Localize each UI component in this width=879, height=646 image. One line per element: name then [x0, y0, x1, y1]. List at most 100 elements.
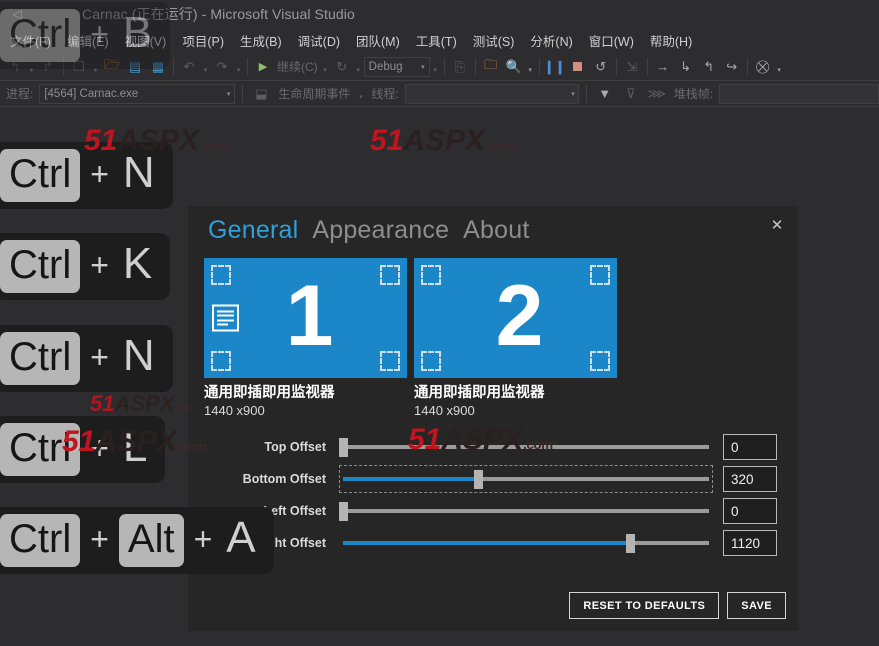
step-out-alt-icon[interactable]: ↪ [721, 56, 743, 78]
filter-icon[interactable]: ▼ [594, 83, 616, 105]
menu-item-test[interactable]: 测试(S) [465, 28, 523, 54]
top-offset-slider[interactable] [339, 434, 712, 460]
pause-icon[interactable]: ❙❙ [544, 56, 566, 78]
corner-marker-top-left[interactable] [421, 265, 441, 285]
continue-caret-icon[interactable]: ▾ [321, 56, 330, 78]
save-all-icon[interactable]: ▦ [147, 56, 169, 78]
new-project-icon[interactable]: ❒ [68, 56, 90, 78]
top-offset-value[interactable]: 0 [723, 434, 777, 460]
right-offset-value[interactable]: 1120 [723, 530, 777, 556]
open-folder-icon[interactable]: 🗁 [101, 56, 123, 78]
redo-icon[interactable]: ↷ [211, 56, 233, 78]
redo-caret-icon[interactable]: ▾ [234, 56, 243, 78]
close-icon[interactable]: ✕ [768, 216, 786, 234]
right-offset-label: Right Offset [254, 536, 326, 550]
lifecycle-caret-icon[interactable]: ▾ [356, 83, 365, 105]
slider-thumb[interactable] [339, 501, 348, 521]
corner-marker-bottom-right[interactable] [380, 351, 400, 371]
left-offset-slider[interactable] [339, 498, 712, 524]
filter-clear-icon[interactable]: ⊽ [620, 83, 642, 105]
menu-item-debug[interactable]: 调试(D) [290, 28, 348, 54]
continue-play-icon[interactable]: ▶ [252, 56, 274, 78]
stackframe-select[interactable] [719, 83, 879, 104]
navigate-backward-icon[interactable]: ↰ [4, 56, 26, 78]
lifecycle-events-label[interactable]: 生命周期事件 [276, 85, 352, 102]
attach-to-process-icon[interactable]: ⎘ [449, 56, 471, 78]
menu-item-edit[interactable]: 编辑(E) [59, 28, 117, 54]
restart-caret-icon[interactable]: ▾ [354, 56, 363, 78]
menu-item-build[interactable]: 生成(B) [232, 28, 290, 54]
dialog-action-buttons: RESET TO DEFAULTS SAVE [569, 592, 786, 619]
corner-marker-top-right[interactable] [590, 265, 610, 285]
undo-icon[interactable]: ↶ [178, 56, 200, 78]
menu-item-team[interactable]: 团队(M) [348, 28, 408, 54]
slider-fill [343, 477, 481, 481]
save-icon[interactable]: ▤ [124, 56, 146, 78]
toolbar-divider [63, 57, 64, 76]
new-project-caret-icon[interactable]: ▾ [91, 56, 100, 78]
monitor-preview[interactable]: 1 [204, 258, 407, 378]
slider-row-left-offset: Left Offset 0 [204, 495, 782, 527]
process-select[interactable]: [4564] Carnac.exe ▾ [39, 83, 236, 104]
threads-icon[interactable]: ⋙ [646, 83, 668, 105]
step-over-icon[interactable]: → [652, 56, 674, 78]
platform-caret-icon[interactable]: ▾ [431, 56, 440, 78]
process-label: 进程: [6, 87, 34, 101]
corner-marker-bottom-right[interactable] [590, 351, 610, 371]
breakpoints-caret-icon[interactable]: ▾ [775, 56, 784, 78]
keystroke-placement-icon[interactable] [212, 304, 239, 332]
bottom-offset-slider[interactable] [339, 465, 713, 493]
continue-label[interactable]: 继续(C) [275, 58, 320, 75]
undo-caret-icon[interactable]: ▾ [201, 56, 210, 78]
chevron-down-icon: ▾ [226, 90, 231, 98]
tab-general[interactable]: General [208, 216, 298, 245]
open-recent-icon[interactable]: 🗀 [480, 56, 502, 78]
stackframe-label: 堆栈帧: [673, 87, 714, 101]
thread-select[interactable]: ▾ [404, 83, 579, 104]
tab-about[interactable]: About [463, 216, 529, 245]
title-bar: ◁ Carnac (正在运行) - Microsoft Visual Studi… [0, 0, 879, 28]
corner-marker-top-right[interactable] [380, 265, 400, 285]
menu-item-tools[interactable]: 工具(T) [408, 28, 465, 54]
slider-thumb[interactable] [626, 533, 636, 553]
back-arrow-icon[interactable]: ◁ [4, 4, 30, 24]
show-next-statement-icon[interactable]: ⇲ [621, 56, 643, 78]
restart-debug-icon[interactable]: ↺ [590, 56, 612, 78]
bottom-offset-value[interactable]: 320 [723, 466, 777, 492]
restart-icon[interactable]: ↻ [331, 56, 353, 78]
monitor-option-1[interactable]: 1 通用即插即用监视器 1440 x900 [204, 258, 407, 418]
corner-marker-bottom-left[interactable] [211, 351, 231, 371]
reset-to-defaults-button[interactable]: RESET TO DEFAULTS [569, 592, 720, 619]
toolbar-divider [538, 57, 540, 76]
corner-marker-top-left[interactable] [211, 265, 231, 285]
slider-track [343, 445, 709, 449]
navigate-forward-icon[interactable]: ↱ [37, 56, 59, 78]
slider-thumb[interactable] [339, 437, 348, 457]
solution-configuration-select[interactable]: Debug ▾ [363, 56, 430, 77]
lifecycle-events-icon[interactable]: ⬓ [250, 83, 272, 105]
menu-item-view[interactable]: 视图(V) [117, 28, 175, 54]
slider-row-right-offset: Right Offset 1120 [204, 527, 782, 559]
navigate-backward-caret-icon[interactable]: ▾ [27, 56, 36, 78]
slider-thumb[interactable] [473, 469, 483, 489]
step-out-icon[interactable]: ↰ [698, 56, 720, 78]
corner-marker-bottom-left[interactable] [421, 351, 441, 371]
menu-item-file[interactable]: 文件(F) [2, 28, 59, 54]
stop-icon[interactable] [567, 56, 589, 78]
left-offset-label: Left Offset [263, 504, 327, 518]
quick-launch-caret-icon[interactable]: ▾ [526, 56, 535, 78]
left-offset-value[interactable]: 0 [723, 498, 777, 524]
menu-item-window[interactable]: 窗口(W) [581, 28, 642, 54]
menu-item-analyze[interactable]: 分析(N) [522, 28, 580, 54]
save-button[interactable]: SAVE [727, 592, 786, 619]
breakpoints-icon[interactable]: ⛒ [752, 56, 774, 78]
tab-appearance[interactable]: Appearance [312, 216, 449, 245]
menu-item-help[interactable]: 帮助(H) [642, 28, 700, 54]
quick-launch-icon[interactable]: 🔍 [503, 56, 525, 78]
monitor-option-2[interactable]: 2 通用即插即用监视器 1440 x900 [414, 258, 617, 418]
step-into-icon[interactable]: ↳ [675, 56, 697, 78]
toolbar-divider [746, 57, 748, 76]
menu-item-project[interactable]: 项目(P) [174, 28, 232, 54]
right-offset-slider[interactable] [340, 530, 712, 556]
monitor-preview[interactable]: 2 [414, 258, 617, 378]
